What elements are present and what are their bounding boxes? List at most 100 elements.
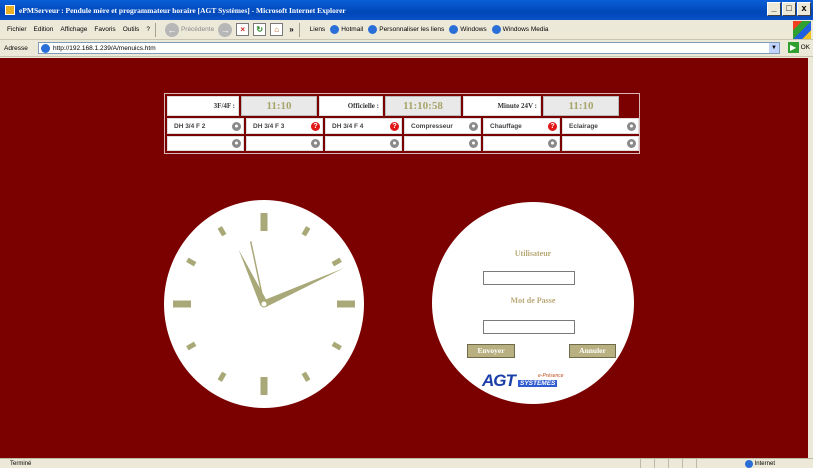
address-url: http://192.168.1.239/A/menuics.htm [53, 44, 156, 52]
link-hotmail-label: Hotmail [341, 26, 364, 33]
title-bar: ePMServeur : Pendule mère et programmate… [0, 0, 813, 20]
status-panels [640, 459, 710, 468]
inactive-indicator-icon[interactable]: ● [469, 139, 478, 148]
minimize-button[interactable]: _ [767, 2, 781, 16]
menu-fichier[interactable]: Fichier [7, 26, 27, 33]
inactive-indicator-icon[interactable]: ● [627, 139, 636, 148]
inactive-indicator-icon[interactable]: ● [390, 139, 399, 148]
zone-label: Internet [754, 461, 775, 467]
output-cell: Compresseur ● [404, 118, 481, 134]
menu-favoris[interactable]: Favoris [94, 26, 115, 33]
analog-clock [164, 200, 364, 408]
time-row: 3F/4F : 11:10 Officielle : 11:10:58 Minu… [167, 96, 619, 116]
home-icon[interactable]: ⌂ [270, 23, 284, 36]
logo-systemes: SYSTEMES [518, 380, 558, 387]
windows-logo-icon [793, 21, 811, 39]
submit-button[interactable]: Envoyer [467, 344, 515, 358]
internet-zone-icon [744, 460, 753, 468]
inactive-indicator-icon[interactable]: ● [548, 139, 557, 148]
back-button-label[interactable]: Précédente [181, 26, 214, 33]
time-label-cell: Minute 24V : [463, 96, 541, 116]
ie-page-icon [449, 25, 459, 34]
toolbar-separator [154, 22, 156, 37]
output-empty-cell: ● [404, 136, 481, 151]
time-value-3f4f: 11:10 [241, 96, 317, 116]
inactive-indicator-icon[interactable]: ● [232, 139, 241, 148]
security-zone: Internet [744, 460, 775, 468]
forward-arrow-icon[interactable]: → [218, 22, 233, 37]
time-label-3f4f: 3F/4F : [213, 102, 235, 110]
status-panel: 3F/4F : 11:10 Officielle : 11:10:58 Minu… [164, 93, 640, 154]
output-label: Compresseur [411, 122, 453, 130]
output-row-empty: ● ● ● ● ● ● [167, 136, 639, 151]
link-windows-label: Windows [460, 26, 487, 33]
menu-help[interactable]: ? [146, 26, 150, 33]
hour-marker [337, 300, 355, 308]
window-title: ePMServeur : Pendule mère et programmate… [19, 5, 346, 15]
agt-logo: AGT e-Présence SYSTEMES [482, 369, 572, 393]
output-label: Eclairage [569, 122, 598, 130]
ie-page-icon [491, 25, 501, 34]
username-input[interactable] [483, 271, 575, 285]
go-arrow-icon: ▶ [787, 42, 799, 53]
menu-edition[interactable]: Edition [34, 26, 54, 33]
output-empty-cell: ● [246, 136, 323, 151]
output-label: DH 3/4 F 4 [332, 122, 364, 130]
window-controls: _ □ x [767, 2, 811, 16]
status-panel-slot [640, 459, 654, 468]
output-empty-cell: ● [167, 136, 244, 151]
inactive-indicator-icon[interactable]: ● [627, 121, 636, 131]
logo-subtitle: e-Présence [538, 373, 564, 379]
toolbar-overflow-icon[interactable]: » [289, 25, 293, 34]
address-bar: Adresse http://192.168.1.239/A/menuics.h… [0, 40, 813, 57]
go-button[interactable]: ▶ OK [787, 42, 810, 53]
password-input[interactable] [483, 320, 575, 334]
link-personnaliser[interactable]: Personnaliser les liens [368, 25, 444, 34]
active-indicator-icon[interactable]: ? [390, 121, 399, 131]
back-arrow-icon[interactable]: ← [164, 22, 179, 37]
link-personnaliser-label: Personnaliser les liens [379, 26, 445, 33]
link-windows-media[interactable]: Windows Media [491, 25, 549, 34]
stop-icon[interactable]: × [236, 23, 250, 36]
hour-marker [260, 213, 268, 231]
link-hotmail[interactable]: Hotmail [330, 25, 363, 34]
ie-page-icon [368, 25, 378, 34]
menu-toolbar: Fichier Edition Affichage Favoris Outils… [0, 20, 813, 40]
status-panel-slot [654, 459, 668, 468]
address-input[interactable]: http://192.168.1.239/A/menuics.htm ▼ [38, 42, 780, 54]
output-empty-cell: ● [483, 136, 560, 151]
ie-app-icon[interactable] [5, 5, 15, 15]
menu-affichage[interactable]: Affichage [60, 26, 87, 33]
inactive-indicator-icon[interactable]: ● [232, 121, 241, 131]
status-panel-slot [682, 459, 696, 468]
inactive-indicator-icon[interactable]: ● [311, 139, 320, 148]
link-windows[interactable]: Windows [449, 25, 487, 34]
hour-marker [173, 300, 191, 308]
ie-page-icon [330, 25, 340, 34]
active-indicator-icon[interactable]: ? [311, 121, 320, 131]
ie-page-icon [41, 43, 50, 53]
address-dropdown-icon[interactable]: ▼ [769, 43, 779, 53]
vertical-scrollbar[interactable] [808, 58, 813, 458]
menu-outils[interactable]: Outils [123, 26, 140, 33]
page-content: 3F/4F : 11:10 Officielle : 11:10:58 Minu… [0, 58, 808, 458]
output-empty-cell: ● [562, 136, 639, 151]
output-label: DH 3/4 F 2 [174, 122, 206, 130]
output-cell: Chauffage? [483, 118, 560, 134]
maximize-button[interactable]: □ [782, 2, 796, 16]
cancel-button[interactable]: Annuler [569, 344, 616, 358]
username-label: Utilisateur [514, 249, 552, 258]
output-cell: DH 3/4 F 2 ● [167, 118, 244, 134]
hour-marker [260, 377, 268, 395]
time-label-minute-24v: Minute 24V : [497, 102, 537, 110]
output-cell: Eclairage ● [562, 118, 639, 134]
inactive-indicator-icon[interactable]: ● [469, 121, 478, 131]
time-label-officielle: Officielle : [347, 102, 379, 110]
time-label-cell: 3F/4F : [167, 96, 239, 116]
refresh-icon[interactable]: ↻ [253, 23, 267, 36]
close-button[interactable]: x [797, 2, 811, 16]
address-label: Adresse [4, 44, 28, 52]
active-indicator-icon[interactable]: ? [548, 121, 557, 131]
logo-mark: AGT [482, 371, 516, 390]
status-panel-slot [668, 459, 682, 468]
